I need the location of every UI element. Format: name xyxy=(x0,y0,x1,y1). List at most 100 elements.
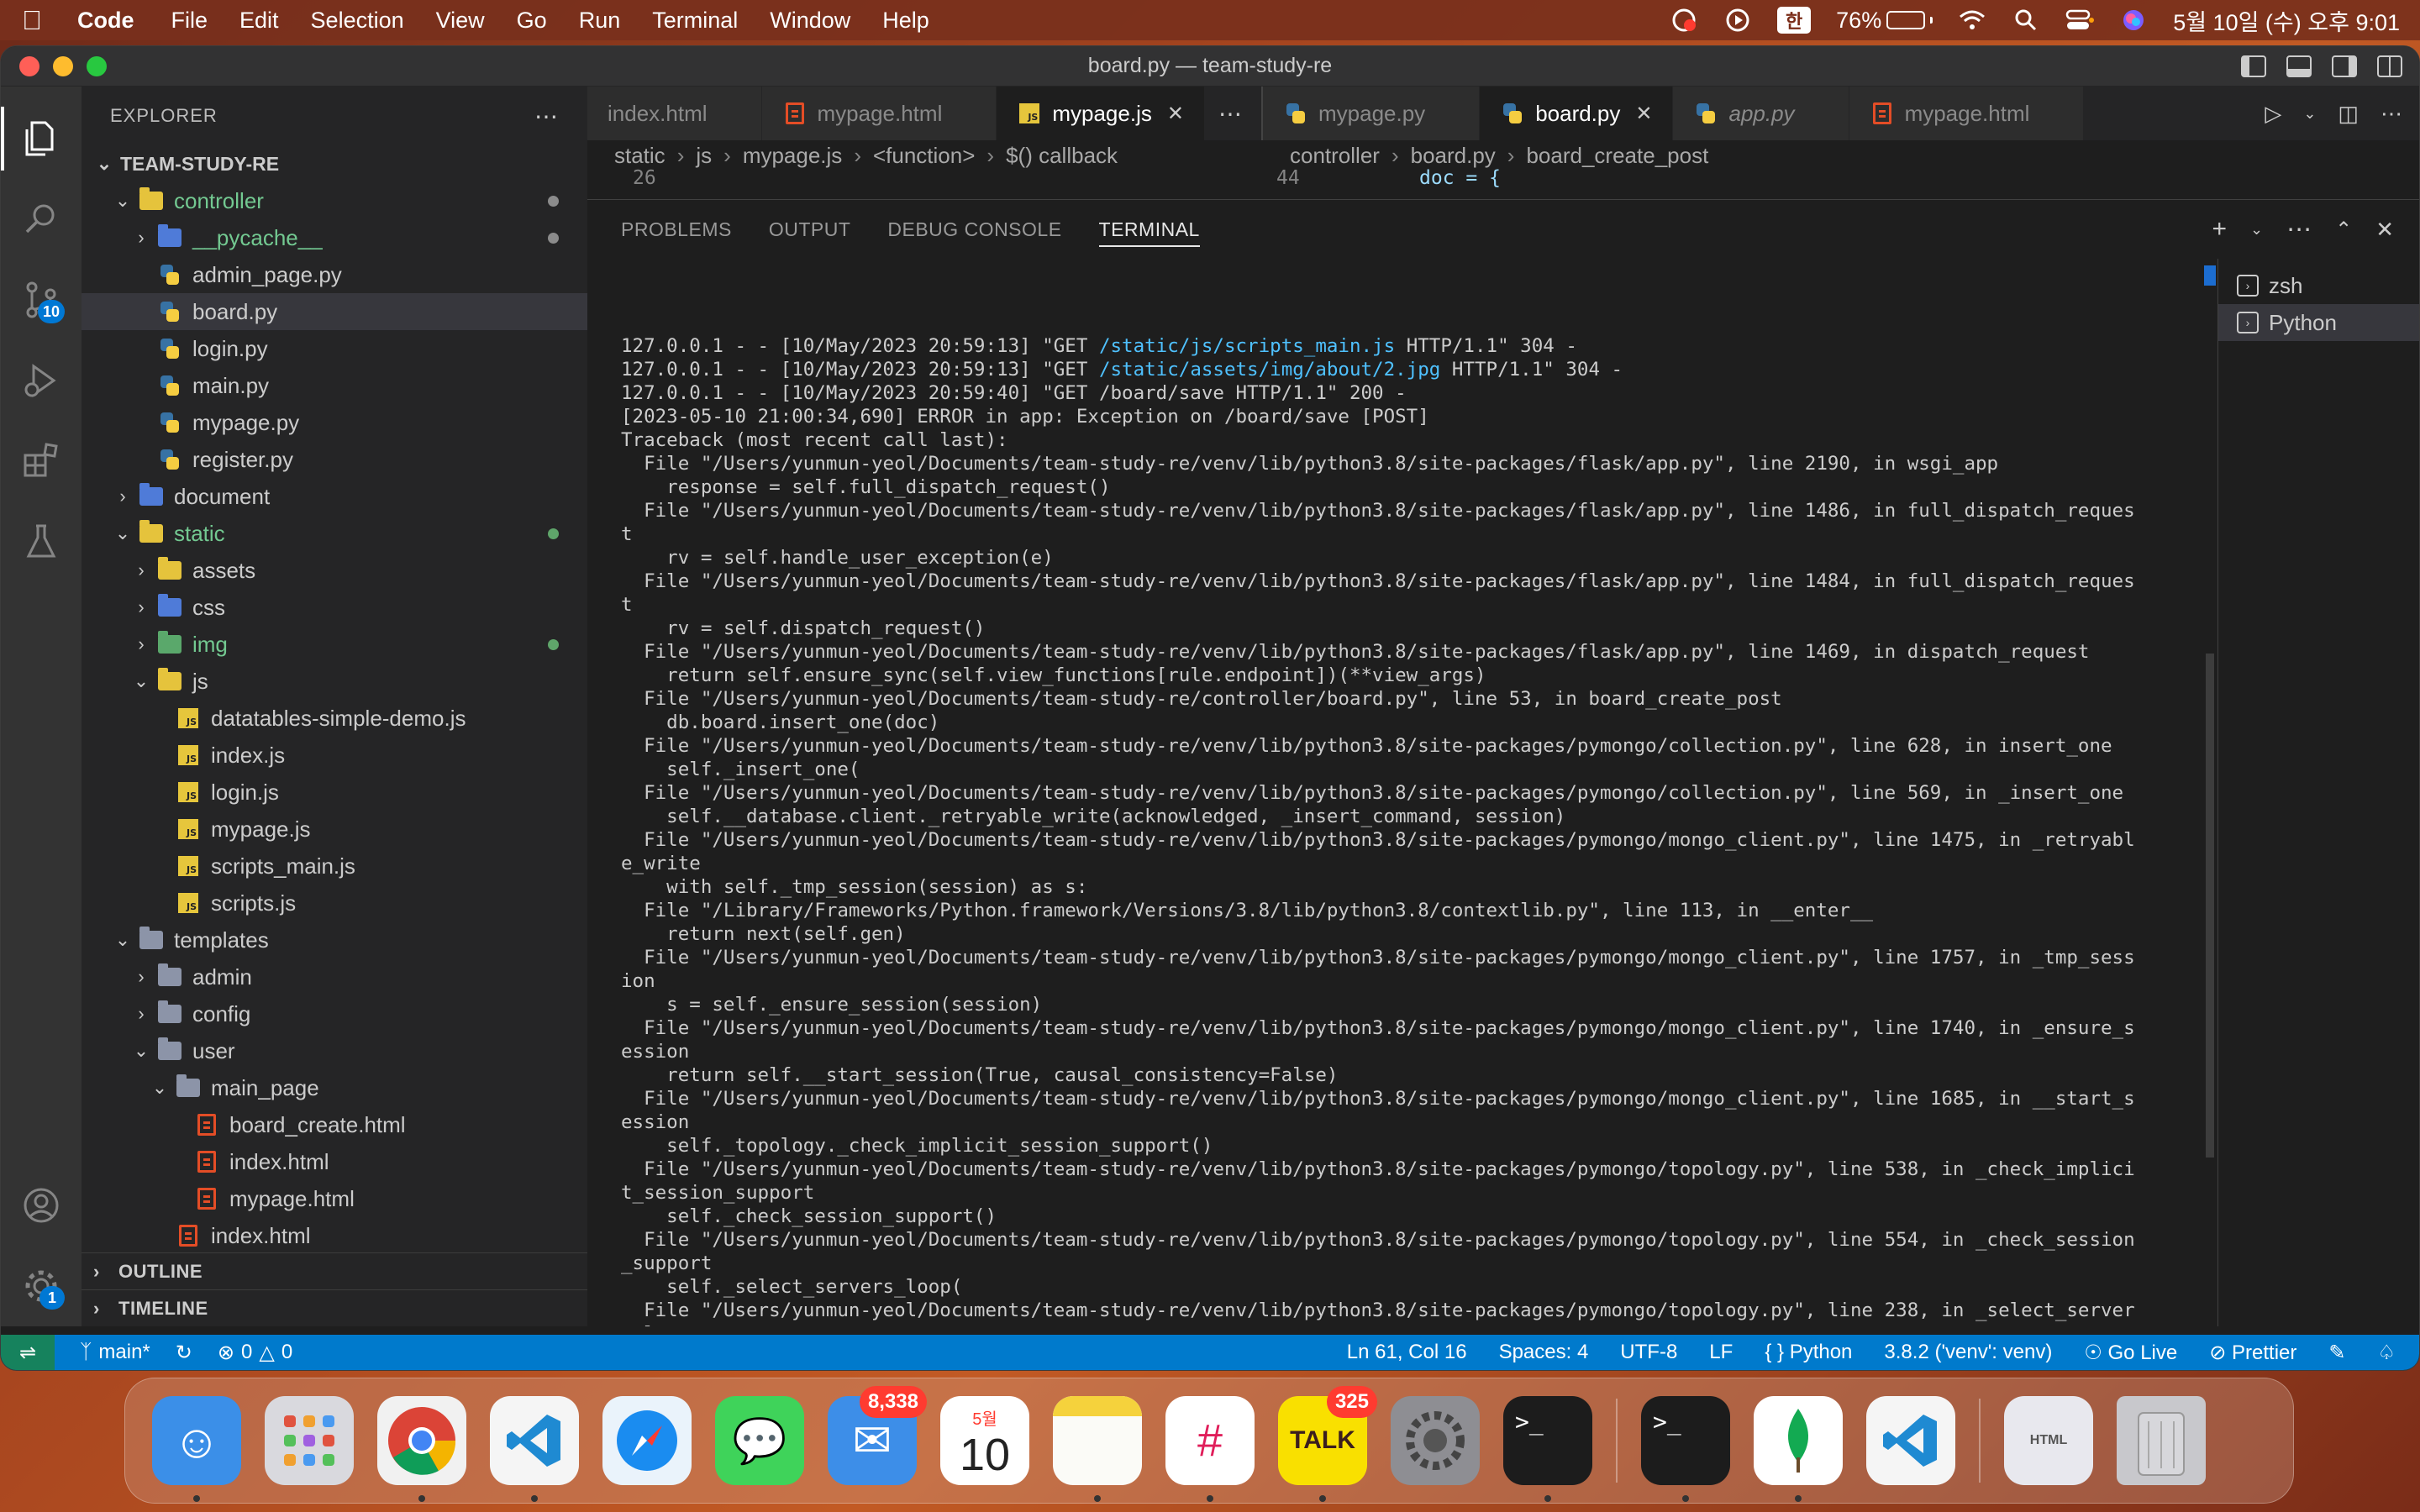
tree-file[interactable]: ›JSindex.js xyxy=(82,737,587,774)
tree-folder[interactable]: › __pycache__ xyxy=(82,219,587,256)
tree-file[interactable]: ›mypage.html xyxy=(82,1180,587,1217)
tree-file[interactable]: ›JSscripts_main.js xyxy=(82,848,587,885)
breadcrumb-item[interactable]: $() callback xyxy=(1006,143,1118,169)
tree-file[interactable]: ›login.py xyxy=(82,330,587,367)
tree-folder[interactable]: ⌄ main_page xyxy=(82,1069,587,1106)
menu-app-name[interactable]: Code xyxy=(77,8,134,34)
menu-view[interactable]: View xyxy=(436,8,485,34)
indentation[interactable]: Spaces: 4 xyxy=(1499,1341,1589,1364)
breadcrumb-item[interactable]: js xyxy=(696,143,712,169)
tabs-more-icon[interactable]: ⋯ xyxy=(1204,87,1255,140)
editor-more-actions-icon[interactable]: ⋯ xyxy=(2381,101,2402,127)
breadcrumb-item[interactable]: board_create_post xyxy=(1526,143,1708,169)
tree-file[interactable]: ›JSscripts.js xyxy=(82,885,587,921)
chrome-icon[interactable] xyxy=(377,1396,466,1502)
editor-tab[interactable]: mypage.py xyxy=(1263,87,1481,140)
prettier-status[interactable]: ⊘ Prettier xyxy=(2209,1341,2296,1365)
tree-file[interactable]: ›admin_page.py xyxy=(82,256,587,293)
menu-terminal[interactable]: Terminal xyxy=(652,8,738,34)
menu-file[interactable]: File xyxy=(171,8,208,34)
notification-app-icon[interactable] xyxy=(1670,8,1698,32)
tab-terminal[interactable]: TERMINAL xyxy=(1098,200,1201,259)
terminal-link[interactable]: /static/js/scripts_main.js xyxy=(1099,335,1395,357)
tree-folder[interactable]: ⌄ user xyxy=(82,1032,587,1069)
maximize-window-button[interactable] xyxy=(87,55,107,76)
menu-window[interactable]: Window xyxy=(770,8,850,34)
maximize-panel-icon[interactable]: ⌃ xyxy=(2335,218,2352,242)
system-settings-icon[interactable] xyxy=(1391,1396,1480,1485)
menu-go[interactable]: Go xyxy=(517,8,547,34)
tree-folder[interactable]: › config xyxy=(82,995,587,1032)
tree-file[interactable]: ›JSlogin.js xyxy=(82,774,587,811)
notifications-bell-icon[interactable]: ♤ xyxy=(2377,1341,2396,1365)
source-control-activity[interactable]: 10 xyxy=(1,260,82,340)
tree-file[interactable]: ›board.py xyxy=(82,293,587,330)
split-editor-icon[interactable]: ◫ xyxy=(2338,101,2359,127)
mongodb-compass-icon[interactable] xyxy=(1754,1396,1843,1502)
end-of-line[interactable]: LF xyxy=(1709,1341,1733,1364)
close-tab-icon[interactable]: ✕ xyxy=(1635,102,1652,126)
terminal-output[interactable]: 127.0.0.1 - - [10/May/2023 20:59:13] "GE… xyxy=(587,259,2217,1326)
editor-tab[interactable]: index.html xyxy=(587,87,762,140)
tree-file[interactable]: ›index.html xyxy=(82,1217,587,1254)
editor-tab[interactable]: app.py xyxy=(1673,87,1849,140)
kakaotalk-icon[interactable]: TALK 325 xyxy=(1278,1386,1377,1502)
tree-folder[interactable]: ⌄ templates xyxy=(82,921,587,958)
launchpad-icon[interactable] xyxy=(265,1396,354,1485)
tab-debug-console[interactable]: DEBUG CONSOLE xyxy=(887,200,1061,259)
tree-file[interactable]: ›mypage.py xyxy=(82,404,587,441)
tree-file[interactable]: ›main.py xyxy=(82,367,587,404)
menu-selection[interactable]: Selection xyxy=(311,8,404,34)
language-mode[interactable]: { } Python xyxy=(1765,1341,1852,1364)
sync-icon[interactable]: ↻ xyxy=(176,1341,192,1365)
tree-file[interactable]: ›JSdatatables-simple-demo.js xyxy=(82,700,587,737)
tree-folder[interactable]: › document xyxy=(82,478,587,515)
explorer-more-actions-icon[interactable]: ⋯ xyxy=(534,102,559,130)
editor-tab[interactable]: mypage.html xyxy=(1849,87,2085,140)
toggle-panel-icon[interactable] xyxy=(2286,55,2312,77)
breadcrumb-item[interactable]: controller xyxy=(1290,143,1380,169)
panel-more-actions-icon[interactable]: ⋯ xyxy=(2286,215,2312,244)
editor-tab[interactable]: mypage.html xyxy=(761,87,997,140)
remote-indicator-icon[interactable]: ⇌ xyxy=(1,1335,55,1370)
slack-icon[interactable]: # xyxy=(1165,1396,1255,1502)
cursor-position[interactable]: Ln 61, Col 16 xyxy=(1347,1341,1467,1364)
terminal-icon[interactable]: >_ xyxy=(1641,1396,1730,1502)
new-terminal-icon[interactable]: + xyxy=(2212,215,2227,244)
run-file-icon[interactable]: ▷ xyxy=(2265,101,2281,127)
control-center-icon[interactable] xyxy=(2065,9,2095,31)
breadcrumb-item[interactable]: board.py xyxy=(1411,143,1496,169)
tab-problems[interactable]: PROBLEMS xyxy=(621,200,732,259)
close-tab-icon[interactable]: ✕ xyxy=(1167,102,1184,126)
breadcrumb-item[interactable]: mypage.js xyxy=(743,143,843,169)
run-dropdown-icon[interactable]: ⌄ xyxy=(2303,105,2316,123)
breadcrumb-item[interactable]: static xyxy=(614,143,666,169)
breadcrumb-item[interactable]: <function> xyxy=(873,143,975,169)
tree-file[interactable]: ›index.html xyxy=(82,1143,587,1180)
manage-activity[interactable]: 1 xyxy=(1,1246,82,1326)
mail-icon[interactable]: ✉ 8,338 xyxy=(828,1386,927,1485)
spotlight-search-icon[interactable] xyxy=(2012,9,2040,31)
wifi-icon[interactable] xyxy=(1958,9,1986,31)
safari-icon[interactable] xyxy=(602,1396,692,1485)
tree-file[interactable]: ›register.py xyxy=(82,441,587,478)
trash-icon[interactable] xyxy=(2117,1396,2206,1485)
tab-output[interactable]: OUTPUT xyxy=(769,200,851,259)
editor-tab[interactable]: JS mypage.js ✕ xyxy=(997,87,1205,140)
menu-help[interactable]: Help xyxy=(882,8,929,34)
siri-icon[interactable] xyxy=(2119,9,2148,31)
editor-tab[interactable]: board.py ✕ xyxy=(1480,87,1674,140)
tree-folder[interactable]: ⌄ TEAM-STUDY-RE xyxy=(82,145,587,182)
play-circle-icon[interactable] xyxy=(1723,8,1752,32)
tree-file[interactable]: ›board_create.html xyxy=(82,1106,587,1143)
battery-status[interactable]: 76% xyxy=(1836,8,1933,34)
finder-icon[interactable]: ☺ xyxy=(152,1396,241,1502)
close-window-button[interactable] xyxy=(19,55,39,76)
explorer-activity[interactable] xyxy=(1,98,82,179)
terminal-link[interactable]: /static/assets/img/about/2.jpg xyxy=(1099,359,1440,381)
tree-folder[interactable]: ⌄ js xyxy=(82,663,587,700)
toggle-primary-sidebar-icon[interactable] xyxy=(2241,55,2266,77)
input-method-icon[interactable]: 한 xyxy=(1777,7,1812,34)
tree-folder[interactable]: › admin xyxy=(82,958,587,995)
menu-edit[interactable]: Edit xyxy=(239,8,279,34)
